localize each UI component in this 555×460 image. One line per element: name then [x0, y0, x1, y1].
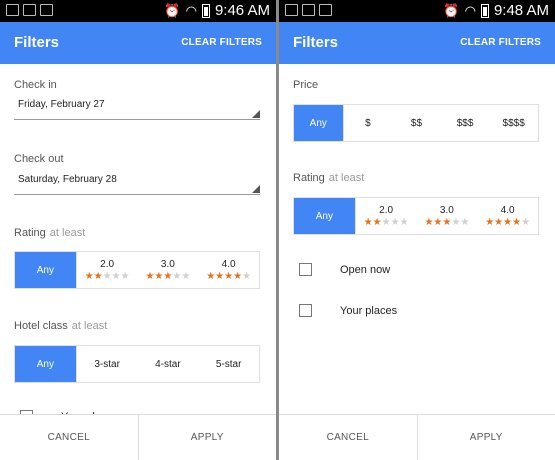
dropdown-arrow-icon — [252, 185, 260, 193]
sd-card-icon — [23, 4, 36, 16]
page-title: Filters — [293, 34, 339, 51]
rating-value: 4.0 — [221, 258, 236, 270]
sd-card-icon — [302, 4, 315, 16]
rating-sublabel: at least — [328, 172, 365, 184]
rating-option-4[interactable]: 4.0 ★★★★★ — [477, 198, 538, 234]
star-rating-icon: ★★★★★ — [485, 216, 531, 228]
cancel-button[interactable]: CANCEL — [279, 415, 418, 460]
rating-sublabel: at least — [49, 227, 86, 239]
open-now-checkbox[interactable] — [299, 263, 312, 276]
hotel-class-selector: Any 3-star 4-star 5-star — [14, 345, 260, 383]
left-screen: ⏰ ◠ 9:46 AM Filters CLEAR FILTERS Check … — [0, 0, 276, 460]
apply-button[interactable]: APPLY — [418, 415, 555, 460]
clear-filters-button[interactable]: CLEAR FILTERS — [181, 37, 262, 48]
check-in-value: Friday, February 27 — [18, 99, 105, 110]
hotel-class-label-text: Hotel class — [14, 320, 68, 332]
star-rating-icon: ★★★★★ — [84, 270, 130, 282]
star-rating-icon: ★★★★★ — [206, 270, 252, 282]
price-selector: Any $ $$ $$$ $$$$ — [293, 104, 539, 142]
rating-label: Rating at least — [293, 172, 364, 184]
rating-value: 3.0 — [160, 258, 175, 270]
rating-option-any[interactable]: Any — [15, 252, 77, 288]
battery-icon — [480, 3, 489, 18]
rating-option-4[interactable]: 4.0 ★★★★★ — [198, 252, 259, 288]
status-time: 9:46 AM — [214, 2, 270, 19]
rating-option-2[interactable]: 2.0 ★★★★★ — [77, 252, 138, 288]
star-rating-icon: ★★★★★ — [363, 216, 409, 228]
check-out-label: Check out — [14, 153, 64, 165]
action-bar: CANCEL APPLY — [0, 414, 276, 460]
alarm-icon: ⏰ — [443, 2, 460, 18]
your-places-row[interactable]: Your places — [299, 304, 397, 317]
battery-icon — [201, 3, 210, 18]
rating-option-3[interactable]: 3.0 ★★★★★ — [417, 198, 478, 234]
status-bar: ⏰ ◠ 9:48 AM — [279, 0, 555, 22]
check-out-value: Saturday, February 28 — [18, 174, 117, 185]
rating-option-any[interactable]: Any — [294, 198, 356, 234]
your-places-checkbox[interactable] — [299, 304, 312, 317]
price-option-2[interactable]: $$ — [392, 105, 441, 141]
price-option-3[interactable]: $$$ — [441, 105, 490, 141]
price-option-4[interactable]: $$$$ — [489, 105, 538, 141]
price-label: Price — [293, 79, 319, 91]
hotel-class-sublabel: at least — [71, 320, 108, 332]
action-bar: CANCEL APPLY — [279, 414, 555, 460]
hotel-class-label: Hotel class at least — [14, 320, 107, 332]
app-bar: Filters CLEAR FILTERS — [0, 22, 276, 64]
status-bar: ⏰ ◠ 9:46 AM — [0, 0, 276, 22]
status-time: 9:48 AM — [493, 2, 549, 19]
rating-value: 4.0 — [500, 204, 515, 216]
wifi-icon: ◠ — [185, 2, 197, 18]
rating-label-text: Rating — [14, 227, 46, 239]
rating-selector: Any 2.0 ★★★★★ 3.0 ★★★★★ 4.0 ★★★★★ — [14, 251, 260, 289]
clear-filters-button[interactable]: CLEAR FILTERS — [460, 37, 541, 48]
hotel-class-option-any[interactable]: Any — [15, 346, 77, 382]
notification-icon — [285, 4, 298, 16]
check-in-dropdown[interactable]: Friday, February 27 — [14, 95, 260, 120]
app-bar: Filters CLEAR FILTERS — [279, 22, 555, 64]
right-screen: ⏰ ◠ 9:48 AM Filters CLEAR FILTERS Price … — [279, 0, 555, 460]
cancel-button[interactable]: CANCEL — [0, 415, 139, 460]
hotel-class-option-5-star[interactable]: 5-star — [198, 346, 259, 382]
notification-icon — [6, 4, 19, 16]
check-in-label: Check in — [14, 79, 57, 91]
price-option-1[interactable]: $ — [344, 105, 393, 141]
rating-label: Rating at least — [14, 227, 85, 239]
rating-value: 3.0 — [439, 204, 454, 216]
open-now-row[interactable]: Open now — [299, 263, 390, 276]
rating-label-text: Rating — [293, 172, 325, 184]
rating-value: 2.0 — [100, 258, 115, 270]
open-now-label: Open now — [340, 263, 391, 276]
rating-value: 2.0 — [379, 204, 394, 216]
check-out-dropdown[interactable]: Saturday, February 28 — [14, 170, 260, 195]
hotel-class-option-4-star[interactable]: 4-star — [138, 346, 199, 382]
rating-selector: Any 2.0 ★★★★★ 3.0 ★★★★★ 4.0 ★★★★★ — [293, 197, 539, 235]
page-title: Filters — [14, 34, 60, 51]
rating-option-3[interactable]: 3.0 ★★★★★ — [138, 252, 199, 288]
your-places-label: Your places — [340, 304, 398, 317]
hotel-class-option-3-star[interactable]: 3-star — [77, 346, 138, 382]
star-rating-icon: ★★★★★ — [424, 216, 470, 228]
price-option-any[interactable]: Any — [294, 105, 344, 141]
apply-button[interactable]: APPLY — [139, 415, 277, 460]
rating-option-2[interactable]: 2.0 ★★★★★ — [356, 198, 417, 234]
star-rating-icon: ★★★★★ — [145, 270, 191, 282]
wifi-icon: ◠ — [464, 2, 476, 18]
image-icon — [40, 4, 53, 16]
alarm-icon: ⏰ — [164, 2, 181, 18]
image-icon — [319, 4, 332, 16]
dropdown-arrow-icon — [252, 110, 260, 118]
